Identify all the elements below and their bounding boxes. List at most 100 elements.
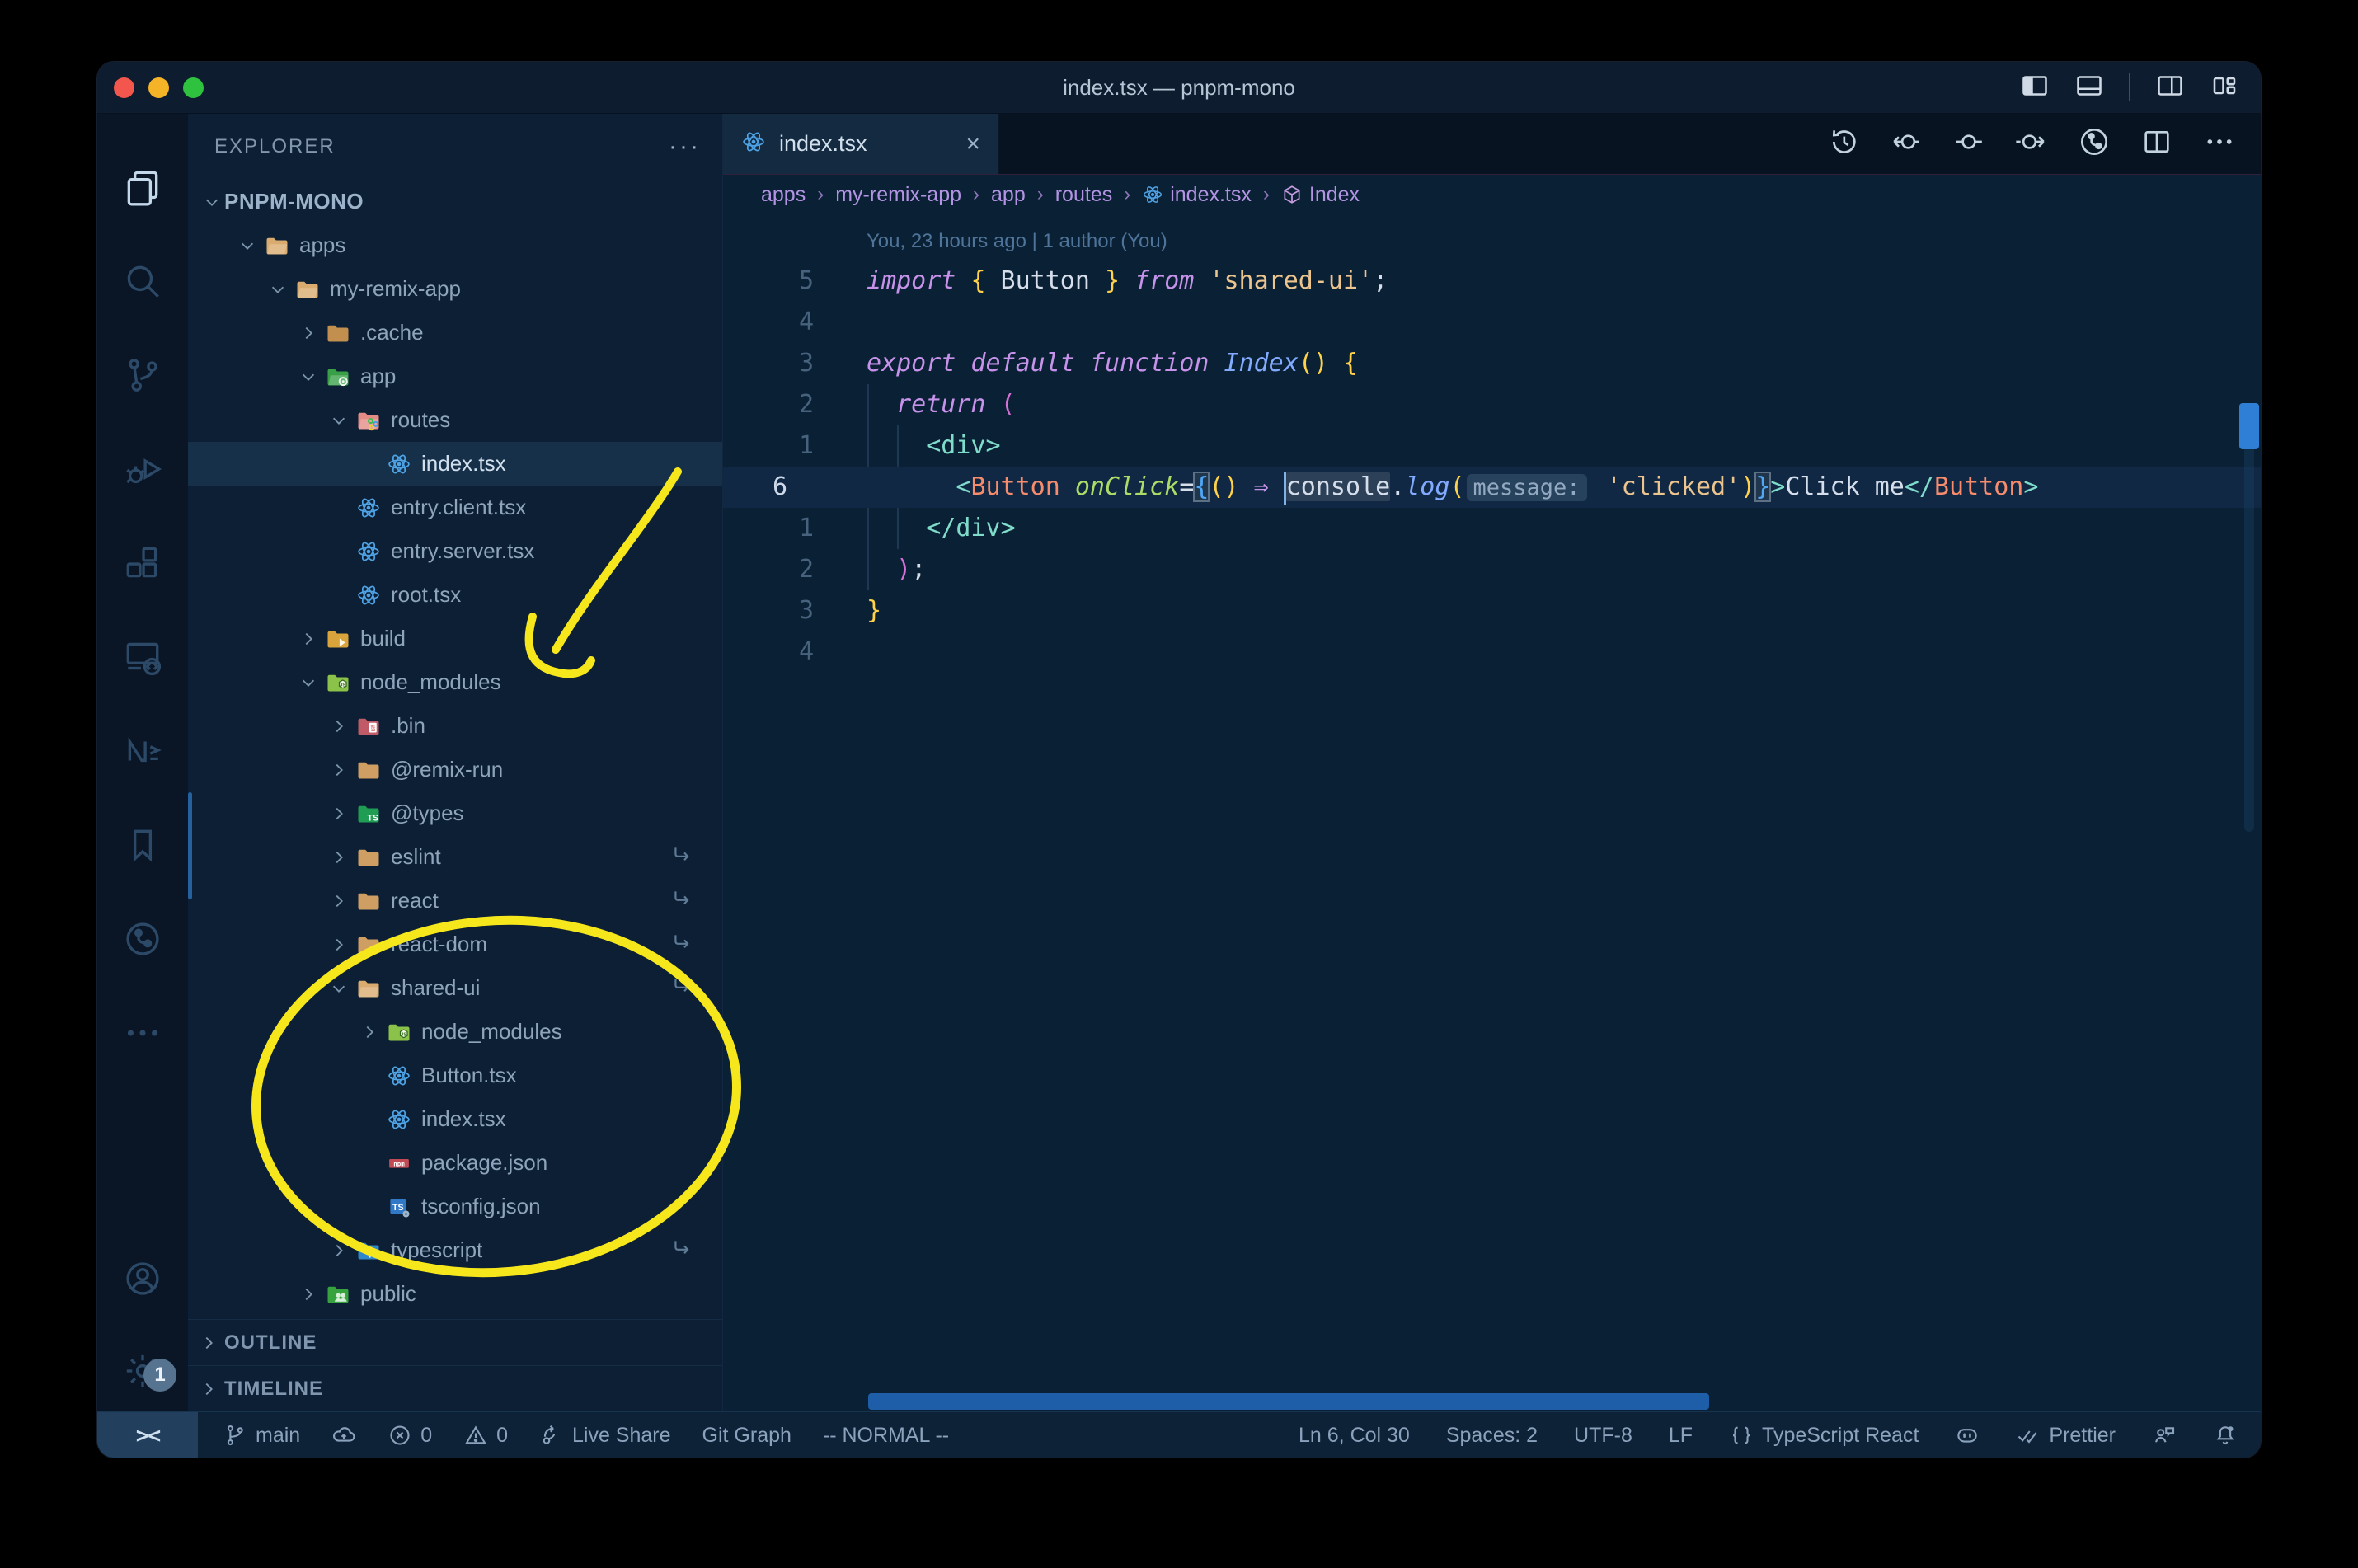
code-line[interactable]: 2 return ( bbox=[723, 384, 2261, 425]
chevron-right-icon[interactable] bbox=[296, 1285, 321, 1303]
tree-item-app[interactable]: app bbox=[188, 354, 722, 398]
section-timeline[interactable]: TIMELINE bbox=[188, 1365, 722, 1411]
activity-additional-views-icon[interactable] bbox=[97, 986, 188, 1080]
chevron-down-icon[interactable] bbox=[326, 411, 351, 430]
tree-item--cache[interactable]: .cache bbox=[188, 311, 722, 354]
tree-root-pnpm-mono[interactable]: PNPM-MONO bbox=[188, 180, 722, 223]
tree-item-tsconfig-json[interactable]: TS tsconfig.json bbox=[188, 1185, 722, 1228]
layout-sidebar-right2-icon[interactable] bbox=[2155, 71, 2185, 105]
status-git-graph[interactable]: Git Graph bbox=[702, 1424, 791, 1448]
chevron-right-icon[interactable] bbox=[326, 892, 351, 910]
code-line[interactable]: 4 bbox=[723, 302, 2261, 343]
tree-item-react-dom[interactable]: react-dom bbox=[188, 922, 722, 966]
code-line[interactable]: 1 </div> bbox=[723, 508, 2261, 549]
activity-remote-explorer-icon[interactable] bbox=[97, 610, 188, 704]
tree-item-typescript[interactable]: TS typescript bbox=[188, 1228, 722, 1272]
chevron-right-icon[interactable] bbox=[296, 324, 321, 342]
activity-source-control-icon[interactable] bbox=[97, 328, 188, 422]
activity-extensions-icon[interactable] bbox=[97, 516, 188, 610]
breadcrumb-index[interactable]: Index bbox=[1281, 183, 1360, 207]
chevron-right-icon[interactable] bbox=[326, 805, 351, 823]
status-errors[interactable]: 0 bbox=[388, 1423, 432, 1448]
status-feedback[interactable] bbox=[2152, 1423, 2177, 1448]
code-line[interactable]: 2 ); bbox=[723, 549, 2261, 590]
tree-item-react[interactable]: react bbox=[188, 879, 722, 922]
tree-item--bin[interactable]: 01 10 .bin bbox=[188, 704, 722, 748]
activity-nx-console-icon[interactable] bbox=[97, 704, 188, 798]
activity-bookmarks-icon[interactable] bbox=[97, 798, 188, 892]
chevron-down-icon[interactable] bbox=[265, 280, 290, 298]
activity-accounts-icon[interactable] bbox=[97, 1250, 188, 1307]
code-line-current[interactable]: 6 <Button onClick={() ⇒ console.log(mess… bbox=[723, 467, 2261, 508]
title-bar[interactable]: index.tsx — pnpm-mono bbox=[97, 62, 2261, 114]
remote-indicator[interactable]: >< bbox=[97, 1412, 198, 1458]
tree-item-index-tsx[interactable]: index.tsx bbox=[188, 1097, 722, 1141]
tree-item-package-json[interactable]: npm package.json bbox=[188, 1141, 722, 1185]
tree-item-entry-client-tsx[interactable]: entry.client.tsx bbox=[188, 486, 722, 529]
status-language-mode[interactable]: TypeScript React bbox=[1729, 1423, 1919, 1448]
breadcrumb-index-tsx[interactable]: index.tsx bbox=[1142, 183, 1252, 207]
chevron-right-icon[interactable] bbox=[326, 848, 351, 866]
tab-index-tsx[interactable]: index.tsx × bbox=[723, 114, 999, 174]
chevron-right-icon[interactable] bbox=[296, 630, 321, 648]
chevron-right-icon[interactable] bbox=[326, 717, 351, 735]
chevron-down-icon[interactable] bbox=[235, 237, 260, 255]
layout-sidebar-left-icon[interactable] bbox=[2020, 71, 2050, 105]
split-icon[interactable] bbox=[2140, 125, 2173, 162]
code-line[interactable]: 1 <div> bbox=[723, 425, 2261, 467]
vertical-scrollbar-thumb[interactable] bbox=[2239, 403, 2259, 449]
status-git-branch[interactable]: main bbox=[223, 1423, 300, 1448]
explorer-more-actions-icon[interactable]: ··· bbox=[669, 133, 701, 161]
gl-next-icon[interactable] bbox=[2015, 125, 2048, 162]
activity-settings-icon[interactable]: 1 bbox=[97, 1342, 188, 1400]
activity-run-and-debug-icon[interactable] bbox=[97, 422, 188, 516]
code-line[interactable]: 3 export default function Index() { bbox=[723, 343, 2261, 384]
status-encoding[interactable]: UTF-8 bbox=[1574, 1424, 1632, 1448]
status-notifications[interactable] bbox=[2213, 1423, 2238, 1448]
maximize-window-button[interactable] bbox=[183, 77, 204, 98]
gl-branch-icon[interactable] bbox=[2078, 125, 2111, 162]
status-prettier[interactable]: Prettier bbox=[2016, 1423, 2116, 1448]
chevron-down-icon[interactable] bbox=[326, 979, 351, 998]
more-icon[interactable] bbox=[2203, 125, 2236, 162]
status-vim-mode[interactable]: -- NORMAL -- bbox=[823, 1424, 949, 1448]
history-icon[interactable] bbox=[1827, 125, 1860, 162]
activity-explorer-icon[interactable] bbox=[97, 140, 188, 234]
status-cursor-position[interactable]: Ln 6, Col 30 bbox=[1299, 1424, 1410, 1448]
tree-item-public[interactable]: public bbox=[188, 1272, 722, 1316]
chevron-down-icon[interactable] bbox=[200, 193, 224, 211]
chevron-down-icon[interactable] bbox=[296, 674, 321, 692]
close-tab-icon[interactable]: × bbox=[965, 130, 980, 158]
tree-item-entry-server-tsx[interactable]: entry.server.tsx bbox=[188, 529, 722, 573]
breadcrumb-apps[interactable]: apps bbox=[761, 183, 806, 207]
tree-item-eslint[interactable]: eslint bbox=[188, 835, 722, 879]
chevron-right-icon[interactable] bbox=[326, 1242, 351, 1260]
chevron-right-icon[interactable] bbox=[326, 761, 351, 779]
tree-item-build[interactable]: build bbox=[188, 617, 722, 660]
code-line[interactable]: 4 bbox=[723, 631, 2261, 673]
status-live-share[interactable]: Live Share bbox=[539, 1423, 671, 1448]
sidebar-scroll-indicator[interactable] bbox=[188, 792, 192, 899]
tree-item-node-modules[interactable]: JS node_modules bbox=[188, 660, 722, 704]
chevron-right-icon[interactable] bbox=[326, 936, 351, 954]
breadcrumb-my-remix-app[interactable]: my-remix-app bbox=[835, 183, 961, 207]
tree-item--remix-run[interactable]: @remix-run bbox=[188, 748, 722, 791]
breadcrumb-app[interactable]: app bbox=[991, 183, 1026, 207]
tree-item-root-tsx[interactable]: root.tsx bbox=[188, 573, 722, 617]
tree-item-shared-ui[interactable]: shared-ui bbox=[188, 966, 722, 1010]
tree-item-node-modules[interactable]: JS node_modules bbox=[188, 1010, 722, 1054]
chevron-right-icon[interactable] bbox=[357, 1023, 382, 1041]
tree-item-index-tsx[interactable]: index.tsx bbox=[188, 442, 722, 486]
activity-git-graph-icon[interactable] bbox=[97, 892, 188, 986]
gl-prev-icon[interactable] bbox=[1890, 125, 1923, 162]
tree-item-routes[interactable]: routes bbox=[188, 398, 722, 442]
minimize-window-button[interactable] bbox=[148, 77, 169, 98]
chevron-down-icon[interactable] bbox=[296, 368, 321, 386]
tree-item-button-tsx[interactable]: Button.tsx bbox=[188, 1054, 722, 1097]
status-copilot[interactable] bbox=[1955, 1423, 1980, 1448]
gl-open-icon[interactable] bbox=[1952, 125, 1985, 162]
status-publish[interactable] bbox=[331, 1423, 356, 1448]
vertical-scrollbar[interactable] bbox=[2244, 403, 2254, 832]
code-line[interactable]: 5 import { Button } from 'shared-ui'; bbox=[723, 261, 2261, 302]
tree-item-apps[interactable]: apps bbox=[188, 223, 722, 267]
